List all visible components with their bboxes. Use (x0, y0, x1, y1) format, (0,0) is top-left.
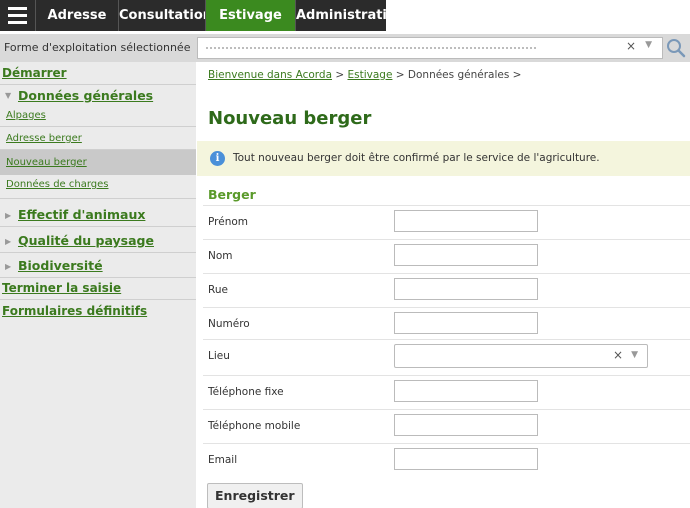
tab-consultation[interactable]: Consultation (119, 0, 205, 31)
sidebar-item-terminer-saisie[interactable]: Terminer la saisie (0, 281, 196, 295)
breadcrumb-link-home[interactable]: Bienvenue dans Acorda (208, 69, 332, 81)
hamburger-menu-icon[interactable] (0, 0, 35, 31)
search-button[interactable] (664, 37, 688, 59)
farm-select-dropdown[interactable]: × ▼ (197, 37, 663, 59)
save-button[interactable]: Enregistrer (207, 483, 303, 508)
tab-administration[interactable]: Administration (296, 0, 386, 31)
sidebar-item-formulaires-definitifs[interactable]: Formulaires définitifs (0, 304, 196, 318)
farm-selector-label: Forme d'exploitation sélectionnée (4, 41, 191, 54)
telephone-mobile-field[interactable] (394, 414, 538, 436)
farm-selector-bar: Forme d'exploitation sélectionnée × ▼ (0, 34, 690, 62)
info-icon: i (210, 151, 225, 166)
search-icon (667, 39, 686, 58)
clear-icon[interactable]: × (626, 39, 636, 53)
email-field[interactable] (394, 448, 538, 470)
nom-field[interactable] (394, 244, 538, 266)
field-label-lieu: Lieu (208, 350, 230, 362)
breadcrumb-link-estivage[interactable]: Estivage (348, 69, 393, 81)
info-notice: i Tout nouveau berger doit être confirmé… (197, 141, 690, 176)
breadcrumb: Bienvenue dans Acorda > Estivage > Donné… (208, 69, 521, 81)
breadcrumb-separator: > (332, 69, 348, 81)
sidebar-item-nouveau-berger[interactable]: Nouveau berger (0, 150, 196, 175)
field-label-telephone-mobile: Téléphone mobile (208, 420, 301, 432)
field-label-prenom: Prénom (208, 216, 249, 228)
sidebar-item-donnees-generales[interactable]: Données générales (0, 88, 196, 103)
sidebar-item-effectif-animaux[interactable]: Effectif d'animaux (0, 207, 196, 222)
form-row-rue: Rue (203, 273, 690, 307)
chevron-down-icon[interactable]: ▼ (631, 350, 638, 360)
form-row-telephone-fixe: Téléphone fixe (203, 375, 690, 409)
form-row-email: Email (203, 443, 690, 477)
chevron-down-icon[interactable]: ▼ (645, 40, 652, 50)
field-label-numero: Numéro (208, 318, 250, 330)
sidebar-item-demarrer[interactable]: Démarrer (0, 66, 196, 80)
form-row-numero: Numéro (203, 307, 690, 341)
sidebar-item-donnees-de-charges[interactable]: Données de charges (0, 179, 196, 190)
top-navigation: Adresse Consultation Estivage Administra… (0, 0, 690, 31)
form-row-telephone-mobile: Téléphone mobile (203, 409, 690, 443)
notice-text: Tout nouveau berger doit être confirmé p… (233, 152, 600, 164)
page-title: Nouveau berger (208, 108, 372, 129)
breadcrumb-current: Données générales > (407, 69, 522, 81)
tab-adresse[interactable]: Adresse (36, 0, 118, 31)
numero-field[interactable] (394, 312, 538, 334)
selected-farm-value (206, 47, 536, 51)
breadcrumb-separator: > (392, 69, 408, 81)
field-label-telephone-fixe: Téléphone fixe (208, 386, 284, 398)
form-row-nom: Nom (203, 239, 690, 273)
prenom-field[interactable] (394, 210, 538, 232)
section-title-berger: Berger (208, 187, 256, 202)
telephone-fixe-field[interactable] (394, 380, 538, 402)
field-label-rue: Rue (208, 284, 228, 296)
tab-estivage[interactable]: Estivage (206, 0, 295, 31)
sidebar: Démarrer ▼ Données générales Alpages Adr… (0, 62, 196, 508)
lieu-select[interactable]: × ▼ (394, 344, 648, 368)
sidebar-item-adresse-berger[interactable]: Adresse berger (0, 133, 196, 144)
sidebar-item-alpages[interactable]: Alpages (0, 110, 196, 121)
form-row-lieu: Lieu × ▼ (203, 339, 690, 375)
field-label-email: Email (208, 454, 238, 466)
sidebar-item-qualite-paysage[interactable]: Qualité du paysage (0, 233, 196, 248)
sidebar-item-biodiversite[interactable]: Biodiversité (0, 258, 196, 273)
clear-icon[interactable]: × (613, 348, 623, 362)
field-label-nom: Nom (208, 250, 233, 262)
rue-field[interactable] (394, 278, 538, 300)
form-row-prenom: Prénom (203, 205, 690, 239)
